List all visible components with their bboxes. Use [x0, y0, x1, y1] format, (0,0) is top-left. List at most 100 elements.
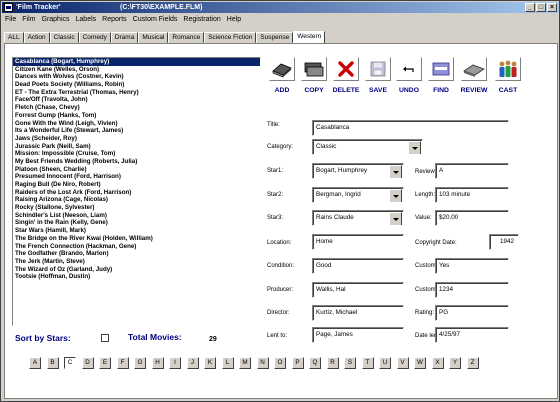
copyright-field[interactable]: 1942 [489, 234, 519, 250]
location-field[interactable]: Home [312, 234, 404, 250]
tab-comedy[interactable]: Comedy [78, 32, 111, 43]
menu-film[interactable]: Film [19, 14, 38, 26]
review-button[interactable]: REVIEW [459, 57, 489, 95]
tab-classic[interactable]: Classic [49, 32, 79, 43]
list-item[interactable]: Raiders of the Lost Ark (Ford, Harrison) [13, 189, 260, 197]
list-item[interactable]: The Jerk (Martin, Steve) [13, 258, 260, 266]
list-item[interactable]: Tootsie (Hoffman, Dustin) [13, 273, 260, 281]
list-item[interactable]: Forrest Gump (Hanks, Tom) [13, 112, 260, 120]
menu-help[interactable]: Help [224, 14, 244, 26]
list-item[interactable]: Face/Off (Travolta, John) [13, 96, 260, 104]
rating-field[interactable]: PG [435, 305, 509, 321]
length-field[interactable]: 103 minute [435, 187, 509, 203]
list-item[interactable]: Jurassic Park (Neill, Sam) [13, 143, 260, 151]
add-button[interactable]: ADD [267, 57, 297, 95]
review-field[interactable]: A [435, 163, 509, 179]
letter-f-button[interactable]: F [116, 357, 129, 369]
star3-dropdown[interactable]: Rains Claude [312, 210, 404, 226]
tab-action[interactable]: Action [23, 32, 50, 43]
list-item[interactable]: Casablanca (Bogart, Humphrey) [13, 58, 260, 66]
star2-dropdown[interactable]: Bergman, Ingrid [312, 187, 404, 203]
letter-u-button[interactable]: U [379, 357, 391, 369]
save-button[interactable]: SAVE [363, 57, 393, 95]
title-field[interactable]: Casablanca [312, 120, 509, 136]
letter-t-button[interactable]: T [361, 357, 374, 369]
date-lent-field[interactable]: 4/25/97 [435, 327, 509, 343]
letter-n-button[interactable]: N [256, 357, 269, 369]
undo-button[interactable]: UNDO [394, 57, 424, 95]
copy-button[interactable]: COPY [299, 57, 329, 95]
letter-y-button[interactable]: Y [449, 357, 461, 369]
minimize-button[interactable]: _ [525, 3, 535, 12]
director-field[interactable]: Kurtiz, Michael [312, 305, 404, 321]
list-item[interactable]: Schindler's List (Neeson, Liam) [13, 212, 260, 220]
letter-q-button[interactable]: Q [309, 357, 321, 369]
list-item[interactable]: Jaws (Scheider, Roy) [13, 135, 260, 143]
menu-graphics[interactable]: Graphics [39, 14, 73, 26]
tab-musical[interactable]: Musical [138, 32, 169, 43]
chevron-down-icon[interactable] [408, 141, 421, 154]
list-item[interactable]: Raging Bull (De Niro, Robert) [13, 181, 260, 189]
list-item[interactable]: My Best Friends Wedding (Roberts, Julia) [13, 158, 260, 166]
letter-e-button[interactable]: E [99, 357, 111, 369]
tab-drama[interactable]: Drama [110, 32, 139, 43]
chevron-down-icon[interactable] [389, 189, 402, 202]
tab-science-fiction[interactable]: Science Fiction [204, 32, 257, 43]
letter-z-button[interactable]: Z [466, 357, 479, 369]
title-bar[interactable]: 'Film Tracker' (C:\FT30\EXAMPLE.FLM) _ □… [2, 2, 559, 13]
list-item[interactable]: The Godfather (Brando, Marlon) [13, 250, 260, 258]
menu-file[interactable]: File [2, 14, 19, 26]
list-item[interactable]: Dances with Wolves (Costner, Kevin) [13, 73, 260, 81]
letter-d-button[interactable]: D [81, 357, 94, 369]
list-item[interactable]: Fletch (Chase, Chevy) [13, 104, 260, 112]
tab-romance[interactable]: Romance [168, 32, 205, 43]
list-item[interactable]: Singin' in the Rain (Kelly, Gene) [13, 219, 260, 227]
letter-a-button[interactable]: A [29, 357, 41, 369]
menu-registration[interactable]: Registration [180, 14, 223, 26]
list-item[interactable]: Raising Arizona (Cage, Nicolas) [13, 196, 260, 204]
chevron-down-icon[interactable] [389, 165, 402, 178]
letter-l-button[interactable]: L [221, 357, 234, 369]
close-button[interactable]: × [547, 3, 557, 12]
star1-dropdown[interactable]: Bogart, Humphrey [312, 163, 404, 179]
list-item[interactable]: Gone With the Wind (Leigh, Vivien) [13, 120, 260, 128]
letter-m-button[interactable]: M [239, 357, 251, 369]
chevron-down-icon[interactable] [389, 212, 402, 225]
letter-r-button[interactable]: R [326, 357, 339, 369]
delete-button[interactable]: DELETE [331, 57, 361, 95]
letter-v-button[interactable]: V [396, 357, 409, 369]
letter-s-button[interactable]: S [344, 357, 356, 369]
find-button[interactable]: FIND [426, 57, 456, 95]
letter-k-button[interactable]: K [204, 357, 216, 369]
letter-j-button[interactable]: J [186, 357, 199, 369]
list-item[interactable]: ET - The Extra Terrestrial (Thomas, Henr… [13, 89, 260, 97]
custom2-field[interactable]: 1234 [435, 282, 509, 298]
lent-to-field[interactable]: Page, James [312, 327, 404, 343]
list-item[interactable]: The Bridge on the River Kwai (Holden, Wi… [13, 235, 260, 243]
maximize-button[interactable]: □ [536, 3, 546, 12]
letter-x-button[interactable]: X [431, 357, 444, 369]
menu-labels[interactable]: Labels [73, 14, 100, 26]
menu-custom-fields[interactable]: Custom Fields [130, 14, 181, 26]
list-item[interactable]: Star Wars (Hamill, Mark) [13, 227, 260, 235]
list-item[interactable]: The French Connection (Hackman, Gene) [13, 243, 260, 251]
list-item[interactable]: Dead Poets Society (Williams, Robin) [13, 81, 260, 89]
letter-p-button[interactable]: P [291, 357, 304, 369]
list-item[interactable]: Platoon (Sheen, Charlie) [13, 166, 260, 174]
list-item[interactable]: Citizen Kane (Welles, Orson) [13, 66, 260, 74]
letter-c-button[interactable]: C [64, 357, 76, 369]
movie-list[interactable]: Casablanca (Bogart, Humphrey) Citizen Kan… [12, 57, 261, 326]
letter-i-button[interactable]: I [169, 357, 181, 369]
tab-western[interactable]: Western [293, 31, 326, 43]
custom1-field[interactable]: Yes [435, 258, 509, 274]
tab-all[interactable]: ALL [4, 32, 24, 43]
letter-g-button[interactable]: G [134, 357, 146, 369]
producer-field[interactable]: Wallis, Hal [312, 282, 404, 298]
list-item[interactable]: Presumed Innocent (Ford, Harrison) [13, 173, 260, 181]
letter-h-button[interactable]: H [151, 357, 164, 369]
list-item[interactable]: Its a Wonderful Life (Stewart, James) [13, 127, 260, 135]
tab-suspense[interactable]: Suspense [256, 32, 294, 43]
value-field[interactable]: $20.00 [435, 210, 509, 226]
list-item[interactable]: Mission: Impossible (Cruise, Tom) [13, 150, 260, 158]
sort-by-stars-checkbox[interactable] [101, 334, 109, 342]
